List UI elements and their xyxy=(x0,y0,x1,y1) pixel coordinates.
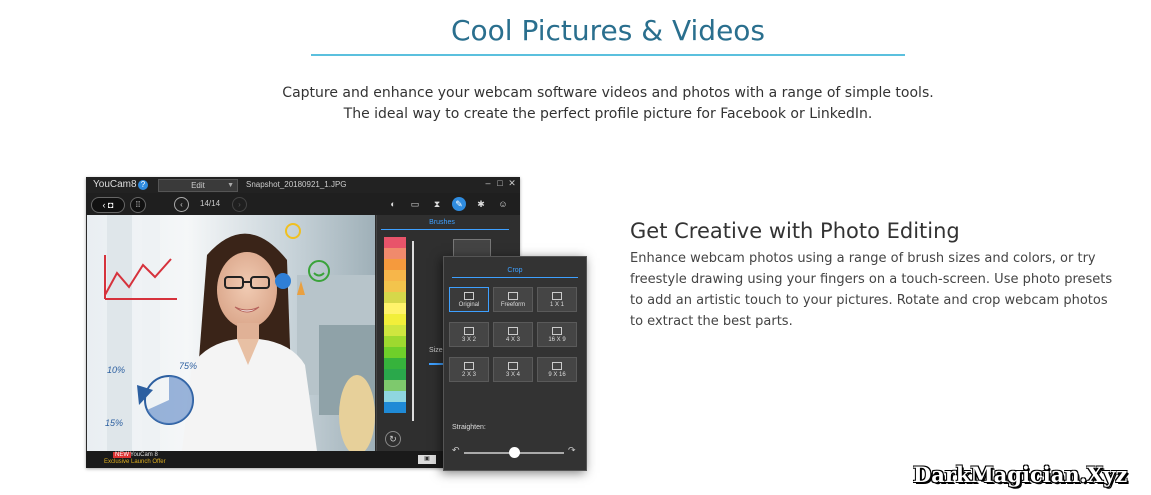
hero-divider xyxy=(311,54,905,56)
crop-option-label: 3 X 2 xyxy=(461,337,476,343)
face-icon[interactable]: ☺ xyxy=(496,197,510,211)
crop-option-label: 9 X 16 xyxy=(548,372,566,378)
straighten-label: Straighten: xyxy=(452,424,486,431)
feature-description: Enhance webcam photos using a range of b… xyxy=(630,251,1113,329)
rotate-left-icon[interactable]: ↶ xyxy=(452,445,460,456)
toolbar: ‹ ◘ ⁞⁞ ‹ 14/14 › ◐ ▭ ⧗ ✎ ✱ ☺ xyxy=(86,193,520,215)
color-swatch[interactable] xyxy=(384,325,406,336)
crop-option-9x16[interactable]: 9 X 16 xyxy=(537,357,577,382)
color-swatch[interactable] xyxy=(384,347,406,358)
annotation-label: 10% xyxy=(107,365,126,375)
crop-option-label: Original xyxy=(458,302,480,308)
crop-option-label: 2 X 3 xyxy=(461,372,476,378)
crop-option-label: Freeform xyxy=(500,302,526,308)
crop-title: Crop xyxy=(507,267,523,274)
promo-offer[interactable]: Exclusive Launch Offer xyxy=(104,459,166,465)
file-name: Snapshot_20180921_1.JPG xyxy=(246,180,347,189)
previous-photo-button[interactable]: ‹ xyxy=(174,197,189,212)
color-swatch[interactable] xyxy=(384,380,406,391)
crop-2x3-icon xyxy=(464,362,474,370)
app-name: YouCam8 xyxy=(93,179,137,190)
hero-subtitle-line-2: The ideal way to create the perfect prof… xyxy=(343,106,873,122)
crop-16x9-icon xyxy=(552,327,562,335)
color-swatch[interactable] xyxy=(384,402,406,413)
photo-counter: 14/14 xyxy=(200,199,221,208)
new-badge: NEW xyxy=(113,452,131,458)
back-to-camera-button[interactable]: ‹ ◘ xyxy=(91,197,125,213)
hero-subtitle-line-1: Capture and enhance your webcam software… xyxy=(282,85,934,101)
crop-panel: Crop Original Freeform 1 X 1 3 X 2 4 X 3… xyxy=(443,256,587,471)
color-swatch[interactable] xyxy=(384,292,406,303)
crop-option-label: 16 X 9 xyxy=(548,337,566,343)
crop-4x3-icon xyxy=(508,327,518,335)
crop-option-16x9[interactable]: 16 X 9 xyxy=(537,322,577,347)
photo-image xyxy=(87,215,375,451)
color-swatch[interactable] xyxy=(384,336,406,347)
brush-size-track[interactable] xyxy=(412,241,414,421)
filter-icon[interactable]: ⧗ xyxy=(430,197,444,211)
crop-title-underline xyxy=(452,277,578,278)
crop-option-3x4[interactable]: 3 X 4 xyxy=(493,357,533,382)
color-swatch[interactable] xyxy=(384,281,406,292)
crop-option-3x2[interactable]: 3 X 2 xyxy=(449,322,489,347)
color-swatch[interactable] xyxy=(384,358,406,369)
crop-3x4-icon xyxy=(508,362,518,370)
crop-freeform-icon xyxy=(508,292,518,300)
next-photo-button[interactable]: › xyxy=(232,197,247,212)
rotate-right-icon[interactable]: ↷ xyxy=(568,445,576,456)
color-swatch[interactable] xyxy=(384,237,406,248)
frame-icon[interactable]: ▭ xyxy=(408,197,422,211)
close-icon[interactable]: ✕ xyxy=(506,178,518,189)
crop-option-4x3[interactable]: 4 X 3 xyxy=(493,322,533,347)
color-swatch[interactable] xyxy=(384,391,406,402)
color-swatch[interactable] xyxy=(384,270,406,281)
minimize-icon[interactable]: – xyxy=(482,178,494,188)
crop-1x1-icon xyxy=(552,292,562,300)
gallery-grid-icon[interactable]: ⁞⁞ xyxy=(130,197,146,213)
adjust-icon[interactable]: ◐ xyxy=(386,197,400,211)
color-swatch[interactable] xyxy=(384,303,406,314)
crop-option-label: 1 X 1 xyxy=(549,302,564,308)
color-swatch[interactable] xyxy=(384,314,406,325)
crop-option-original[interactable]: Original xyxy=(449,287,489,312)
hero-subtitle: Capture and enhance your webcam software… xyxy=(0,83,1151,125)
crop-option-label: 3 X 4 xyxy=(505,372,520,378)
rotate-icon[interactable]: ↻ xyxy=(385,431,401,447)
help-icon[interactable]: ? xyxy=(138,180,148,190)
annotation-label: 15% xyxy=(105,418,124,428)
crop-3x2-icon xyxy=(464,327,474,335)
brush-tool-icon[interactable]: ✎ xyxy=(452,197,466,211)
brushes-title: Brushes xyxy=(429,219,455,226)
edited-photo: 10% 75% 15% xyxy=(87,215,375,451)
annotation-label: 75% xyxy=(179,361,198,371)
crop-option-2x3[interactable]: 2 X 3 xyxy=(449,357,489,382)
crop-option-freeform[interactable]: Freeform xyxy=(493,287,533,312)
title-bar: YouCam8 ? Edit ▼ Snapshot_20180921_1.JPG… xyxy=(86,177,520,193)
watermark: DarkMagician.Xyz xyxy=(913,462,1128,487)
color-swatch[interactable] xyxy=(384,248,406,259)
color-swatch[interactable] xyxy=(384,259,406,270)
hero-title: Cool Pictures & Videos xyxy=(450,14,766,47)
mode-select[interactable]: Edit ▼ xyxy=(158,179,238,192)
sticker-icon[interactable]: ✱ xyxy=(474,197,488,211)
color-swatch[interactable] xyxy=(384,369,406,380)
compare-icon[interactable]: ▣ xyxy=(418,455,436,464)
chevron-down-icon: ▼ xyxy=(227,182,234,189)
promo-title[interactable]: YouCam 8 xyxy=(130,452,158,458)
brushes-title-underline xyxy=(381,229,509,230)
feature-heading: Get Creative with Photo Editing xyxy=(630,219,960,243)
crop-original-icon xyxy=(464,292,474,300)
crop-option-label: 4 X 3 xyxy=(505,337,520,343)
color-palette xyxy=(384,237,406,419)
mode-select-value: Edit xyxy=(191,181,205,190)
straighten-slider-handle[interactable] xyxy=(509,447,520,458)
crop-9x16-icon xyxy=(552,362,562,370)
crop-option-1x1[interactable]: 1 X 1 xyxy=(537,287,577,312)
maximize-icon[interactable]: □ xyxy=(494,178,506,188)
